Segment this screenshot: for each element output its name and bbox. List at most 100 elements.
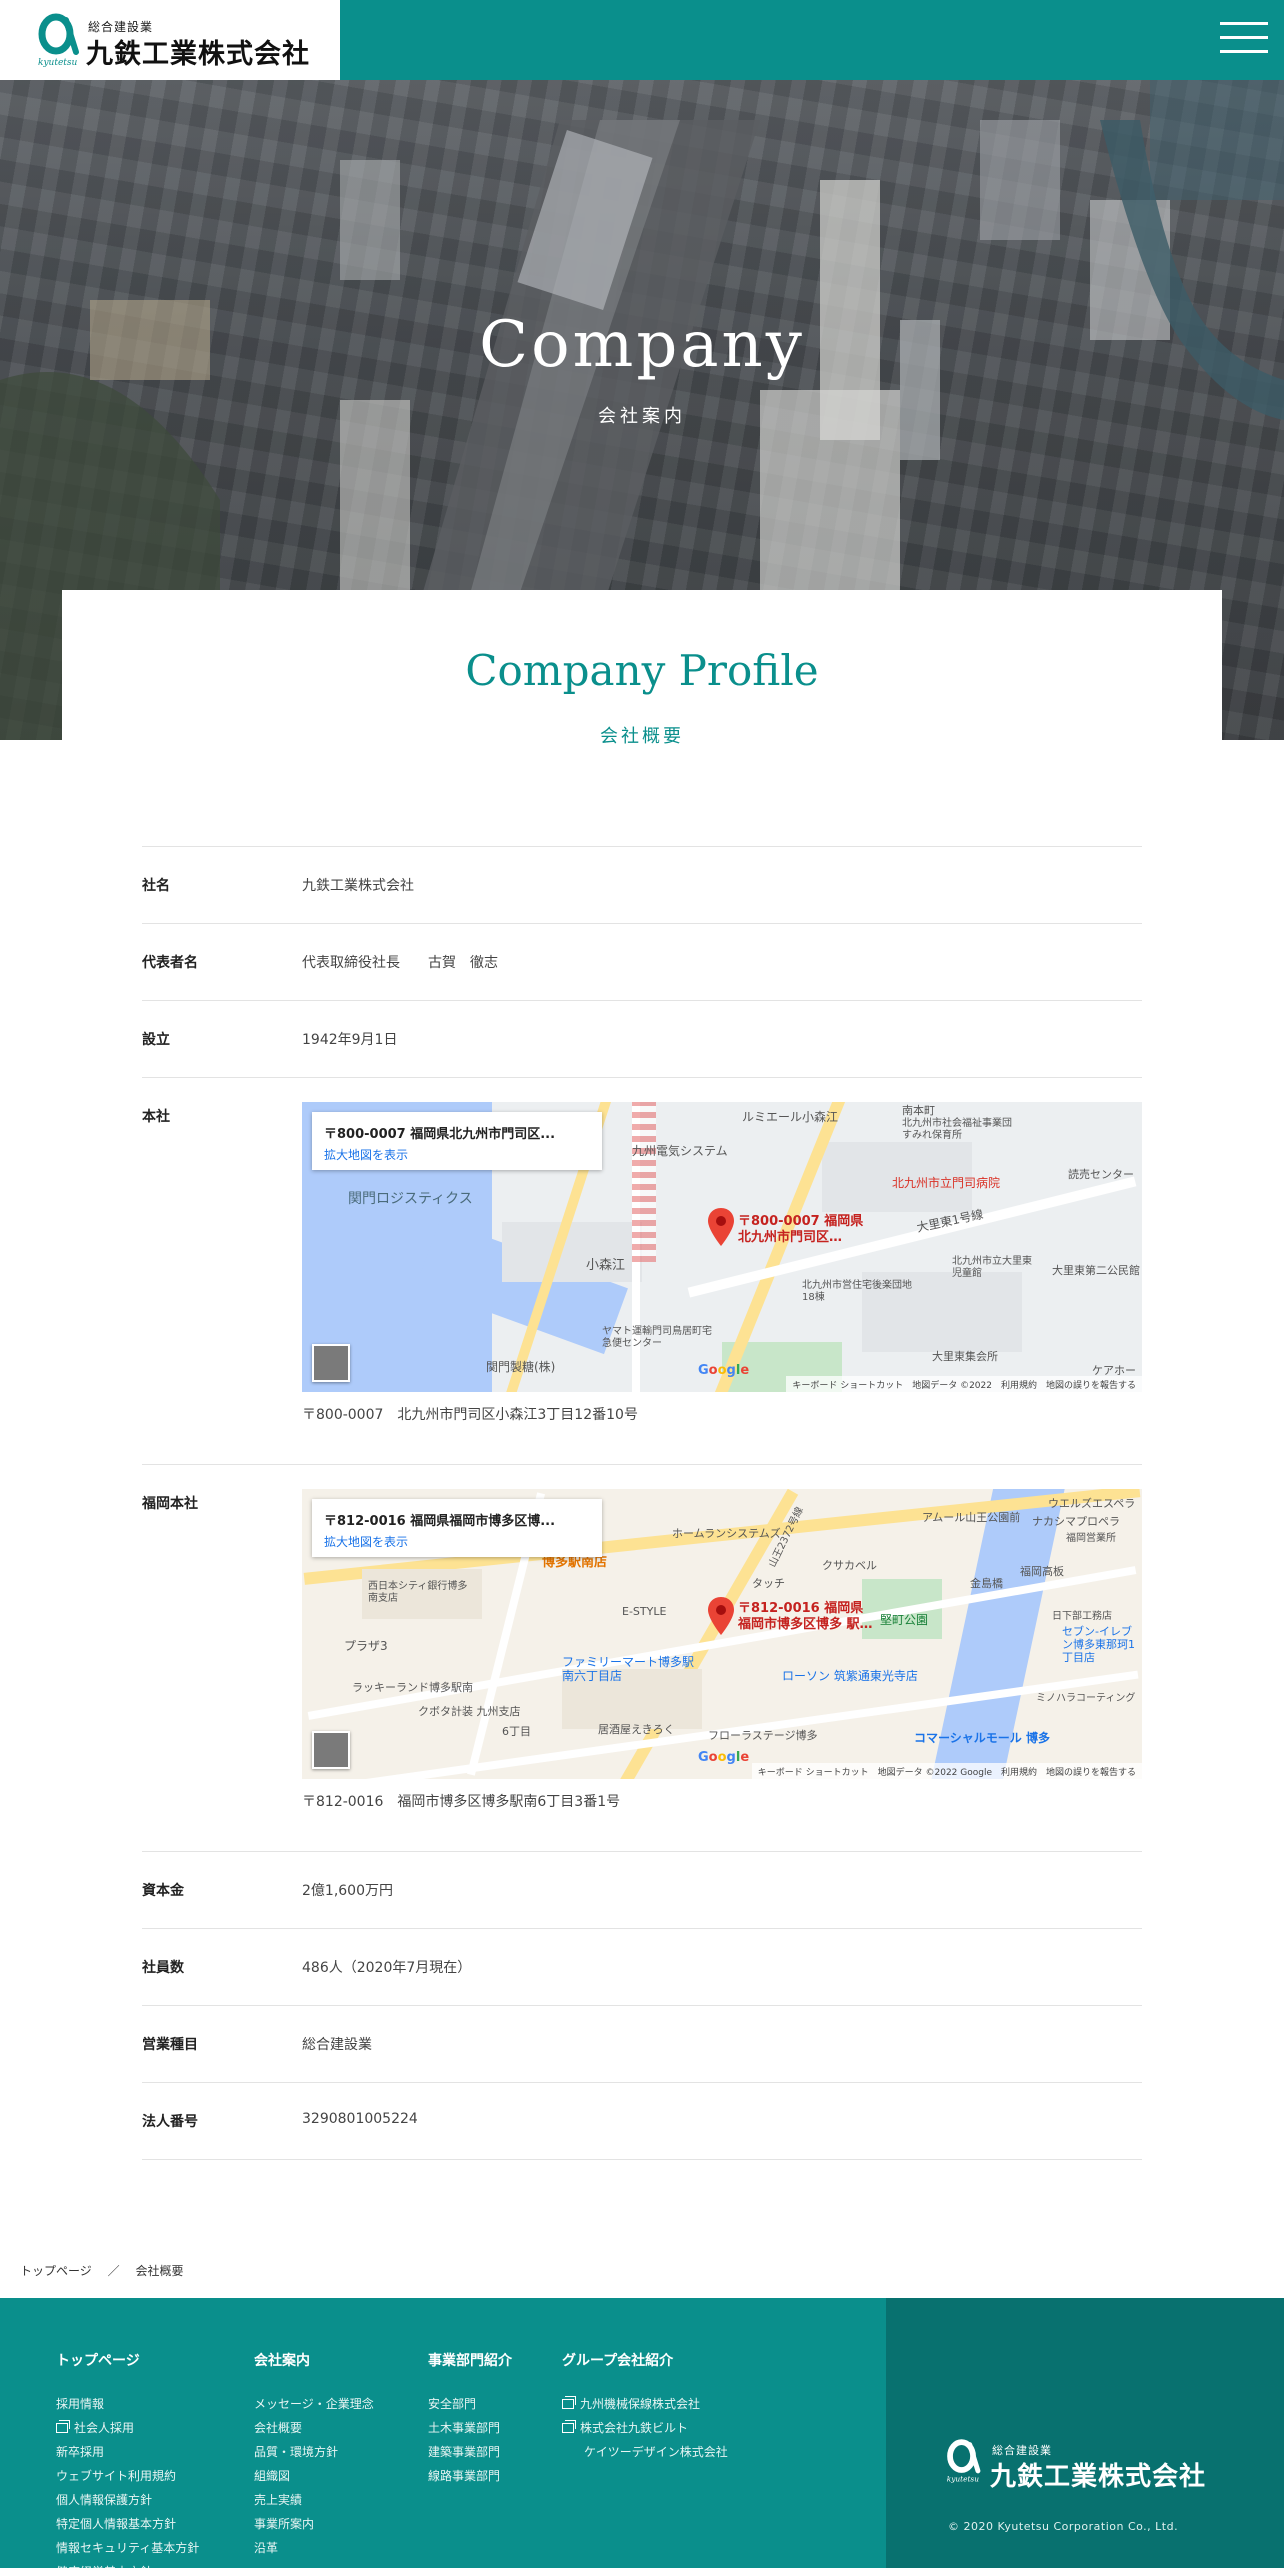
row-label: 設立 <box>142 1032 170 1048</box>
map-label: クボタ計装 九州支店 <box>418 1705 521 1718</box>
google-logo: Google <box>698 1363 750 1378</box>
map-label: ローソン 筑紫通東光寺店 <box>782 1669 918 1683</box>
map-attribution[interactable]: キーボード ショートカット 地図データ ©2022 利用規約 地図の誤りを報告す… <box>786 1376 1142 1392</box>
footer-link[interactable]: 品質・環境方針 <box>254 2440 374 2464</box>
row-value: 2億1,600万円 <box>302 1883 393 1899</box>
map-label: 北九州市営住宅後楽団地18棟 <box>802 1280 912 1303</box>
site-logo[interactable]: kyutetsu 総合建設業 九鉄工業株式会社 <box>0 0 340 80</box>
footer-col-group: グループ会社紹介 九州機械保線株式会社 株式会社九鉄ビルト ケイツーデザイン株式… <box>562 2350 728 2464</box>
row-value: 3290801005224 <box>302 2111 418 2127</box>
section-subtitle: 会社概要 <box>600 726 684 747</box>
hamburger-menu-icon[interactable] <box>1220 18 1268 58</box>
footer-link[interactable]: 沿革 <box>254 2536 374 2560</box>
table-row: 社名 九鉄工業株式会社 <box>142 847 1142 924</box>
map-label: フローラステージ博多 <box>708 1729 818 1742</box>
footer-heading[interactable]: 会社案内 <box>254 2350 374 2370</box>
footer-link[interactable]: 採用情報 <box>56 2392 199 2416</box>
footer-link[interactable]: 株式会社九鉄ビルト <box>562 2416 728 2440</box>
logo-mark-icon: kyutetsu <box>38 13 79 68</box>
map-label: 読売センター <box>1068 1168 1134 1181</box>
fukuoka-office-map[interactable]: ホームランシステムズ アムール山王公園前 ウエルズエスペラ ナカシマプロペラ 福… <box>302 1489 1142 1779</box>
table-row: 代表者名 代表取締役社長 古賀 徹志 <box>142 924 1142 1001</box>
footer-logo-company-name[interactable]: 九鉄工業株式会社 <box>990 2456 1206 2493</box>
map-info-card: 〒812-0016 福岡県福岡市博多区博... 拡大地図を表示 <box>312 1499 602 1557</box>
footer-link[interactable]: 会社概要 <box>254 2416 374 2440</box>
row-label: 社名 <box>142 878 170 894</box>
footer-link[interactable]: 組織図 <box>254 2464 374 2488</box>
map-label: ミノハラコーティング <box>1036 1693 1136 1704</box>
map-label: コマーシャルモール 博多 <box>914 1731 1050 1745</box>
view-larger-map-link[interactable]: 拡大地図を表示 <box>324 1533 408 1550</box>
map-info-card: 〒800-0007 福岡県北九州市門司区... 拡大地図を表示 <box>312 1112 602 1170</box>
map-label: アムール山王公園前 <box>922 1511 1021 1524</box>
footer-col-company: 会社案内 メッセージ・企業理念 会社概要 品質・環境方針 組織図 売上実績 事業… <box>254 2350 374 2560</box>
footer-link[interactable]: 安全部門 <box>428 2392 512 2416</box>
map-pin-label: 〒812-0016 福岡県 福岡市博多区博多 駅… <box>738 1601 873 1633</box>
footer-heading[interactable]: 事業部門紹介 <box>428 2350 512 2370</box>
map-label: ラッキーランド博多駅南 <box>352 1681 473 1694</box>
footer-link[interactable]: 社会人採用 <box>56 2416 199 2440</box>
map-pin-icon[interactable] <box>708 1208 734 1246</box>
row-label: 資本金 <box>142 1883 184 1899</box>
map-label: 北九州市立門司病院 <box>892 1176 1001 1190</box>
footer-heading[interactable]: グループ会社紹介 <box>562 2350 728 2370</box>
row-value: 総合建設業 <box>302 2037 372 2053</box>
map-label: セブン-イレブン博多東那珂1丁目店 <box>1062 1625 1135 1664</box>
view-larger-map-link[interactable]: 拡大地図を表示 <box>324 1146 408 1163</box>
footer-link[interactable]: 線路事業部門 <box>428 2464 512 2488</box>
hero-subtitle: 会社案内 <box>598 406 686 427</box>
map-label: 居酒屋えきろく <box>598 1723 675 1736</box>
map-pin-icon[interactable] <box>708 1597 734 1635</box>
map-label: 大里東集会所 <box>932 1350 998 1363</box>
table-row: 資本金 2億1,600万円 <box>142 1852 1142 1929</box>
footer-col-top: トップページ 採用情報 社会人採用 新卒採用 ウェブサイト利用規約 個人情報保護… <box>56 2350 199 2568</box>
row-value: ルミエール小森江 九州電気システム 北九州市社会福祉事業団すみれ保育所 北九州市… <box>302 1102 1142 1424</box>
footer-link[interactable]: 建築事業部門 <box>428 2440 512 2464</box>
footer-link[interactable]: 売上実績 <box>254 2488 374 2512</box>
table-row: 設立 1942年9月1日 <box>142 1001 1142 1078</box>
map-label: 九州電気システム <box>632 1144 728 1158</box>
footer-link-label: 株式会社九鉄ビルト <box>580 2421 689 2435</box>
map-block <box>502 1222 642 1282</box>
footer-logo-mark-text: kyutetsu <box>947 2475 979 2484</box>
map-label: 福岡営業所 <box>1066 1533 1116 1544</box>
site-footer: トップページ 採用情報 社会人採用 新卒採用 ウェブサイト利用規約 個人情報保護… <box>0 2298 1284 2568</box>
row-label: 福岡本社 <box>142 1496 198 1512</box>
footer-link[interactable]: 土木事業部門 <box>428 2416 512 2440</box>
footer-brand-panel: kyutetsu 総合建設業 九鉄工業株式会社 © 2020 Kyutetsu … <box>886 2298 1284 2568</box>
row-value: 486人（2020年7月現在） <box>302 1960 472 1976</box>
row-label: 代表者名 <box>142 955 198 971</box>
map-label: ルミエール小森江 <box>742 1110 839 1124</box>
footer-link[interactable]: 特定個人情報基本方針 <box>56 2512 199 2536</box>
street-view-icon[interactable] <box>312 1731 350 1769</box>
table-row-head-office: 本社 ルミエール小森江 九州電気システム 北九州市社会福祉事業団すみれ保育所 北… <box>142 1078 1142 1465</box>
map-label: 6丁目 <box>502 1725 531 1738</box>
row-label: 本社 <box>142 1109 170 1125</box>
map-label: 日下部工務店 <box>1052 1611 1112 1622</box>
footer-link[interactable]: 健康経営基本方針 <box>56 2560 199 2568</box>
footer-col-divisions: 事業部門紹介 安全部門 土木事業部門 建築事業部門 線路事業部門 <box>428 2350 512 2488</box>
footer-link[interactable]: ウェブサイト利用規約 <box>56 2464 199 2488</box>
map-pin-label-line: 〒812-0016 福岡県 <box>738 1601 864 1616</box>
map-label: ナカシマプロペラ <box>1032 1515 1120 1528</box>
section-title: Company Profile <box>465 646 819 695</box>
map-label: ヤマト運輸門司鳥居町宅急便センター <box>602 1326 712 1349</box>
map-attribution[interactable]: キーボード ショートカット 地図データ ©2022 Google 利用規約 地図… <box>751 1763 1142 1779</box>
footer-link[interactable]: ケイツーデザイン株式会社 <box>562 2440 728 2464</box>
logo-mark-text: kyutetsu <box>38 58 78 68</box>
footer-link[interactable]: 情報セキュリティ基本方針 <box>56 2536 199 2560</box>
map-label: 金島橋 <box>970 1577 1003 1590</box>
footer-link[interactable]: 個人情報保護方針 <box>56 2488 199 2512</box>
map-pin-label-line: 〒800-0007 福岡県 <box>738 1214 864 1229</box>
logo-company-name: 九鉄工業株式会社 <box>86 39 310 70</box>
footer-link[interactable]: 九州機械保線株式会社 <box>562 2392 728 2416</box>
copyright: © 2020 Kyutetsu Corporation Co., Ltd. <box>948 2520 1179 2533</box>
head-office-map[interactable]: ルミエール小森江 九州電気システム 北九州市社会福祉事業団すみれ保育所 北九州市… <box>302 1102 1142 1392</box>
footer-link[interactable]: 新卒採用 <box>56 2440 199 2464</box>
street-view-icon[interactable] <box>312 1344 350 1382</box>
hero-title: Company <box>479 308 805 382</box>
footer-link[interactable]: メッセージ・企業理念 <box>254 2392 374 2416</box>
footer-link[interactable]: 事業所案内 <box>254 2512 374 2536</box>
footer-heading[interactable]: トップページ <box>56 2350 199 2370</box>
breadcrumb-home-link[interactable]: トップページ <box>20 2264 92 2278</box>
